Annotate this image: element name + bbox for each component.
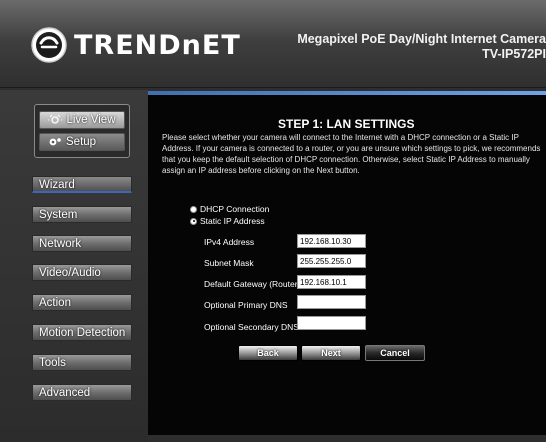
subnet-mask-label: Subnet Mask — [204, 258, 254, 268]
product-name: Megapixel PoE Day/Night Internet Camera — [297, 32, 546, 46]
back-button[interactable]: Back — [238, 345, 298, 361]
dhcp-radio-label: DHCP Connection — [200, 204, 270, 214]
primary-dns-label: Optional Primary DNS — [204, 300, 288, 310]
dhcp-radio[interactable] — [190, 205, 197, 213]
sidebar-item-network[interactable]: Network — [32, 235, 132, 252]
sidebar-item-video-audio[interactable]: Video/Audio — [32, 264, 132, 281]
primary-dns-input[interactable] — [297, 295, 366, 309]
sidebar: Live View Setup Wizard System Network Vi… — [0, 90, 148, 442]
page-title: STEP 1: LAN SETTINGS — [278, 117, 415, 131]
product-model: TV-IP572PI — [482, 47, 546, 61]
cancel-button[interactable]: Cancel — [365, 345, 425, 361]
default-gateway-input[interactable] — [297, 275, 366, 289]
instructions-text: Please select whether your camera will c… — [162, 133, 541, 175]
dhcp-radio-option[interactable]: DHCP Connection — [190, 204, 269, 214]
static-ip-radio-option[interactable]: Static IP Address — [190, 216, 265, 226]
setup-button[interactable]: Setup — [39, 133, 125, 151]
next-button[interactable]: Next — [301, 345, 361, 361]
live-view-label: Live View — [66, 114, 116, 126]
trendnet-logo-icon — [31, 27, 67, 63]
product-title: Megapixel PoE Day/Night Internet Camera … — [286, 32, 546, 62]
static-ip-radio-label: Static IP Address — [200, 216, 265, 226]
live-view-button[interactable]: Live View — [39, 111, 125, 129]
sidebar-item-tools[interactable]: Tools — [32, 354, 132, 371]
setup-label: Setup — [66, 136, 97, 148]
secondary-dns-label: Optional Secondary DNS — [204, 322, 299, 332]
main-panel: STEP 1: LAN SETTINGS Please select wheth… — [148, 95, 546, 435]
mode-selector: Live View Setup — [34, 104, 130, 158]
sidebar-item-motion-detection[interactable]: Motion Detection — [32, 324, 132, 341]
header: TRENDnET Megapixel PoE Day/Night Interne… — [0, 0, 546, 88]
ipv4-address-label: IPv4 Address — [204, 237, 255, 247]
static-ip-radio[interactable] — [190, 217, 197, 225]
camera-icon — [48, 114, 63, 124]
brand-logo: TRENDnET — [30, 26, 241, 64]
brand-name: TRENDnET — [74, 29, 241, 61]
sidebar-item-wizard[interactable]: Wizard — [32, 176, 132, 193]
gear-icon — [49, 138, 61, 146]
ipv4-address-input[interactable] — [297, 234, 366, 248]
default-gateway-label: Default Gateway (Router) — [204, 279, 301, 289]
sidebar-item-advanced[interactable]: Advanced — [32, 384, 132, 401]
sidebar-item-system[interactable]: System — [32, 206, 132, 223]
sidebar-item-action[interactable]: Action — [32, 294, 132, 311]
subnet-mask-input[interactable] — [297, 254, 366, 268]
secondary-dns-input[interactable] — [297, 316, 366, 330]
